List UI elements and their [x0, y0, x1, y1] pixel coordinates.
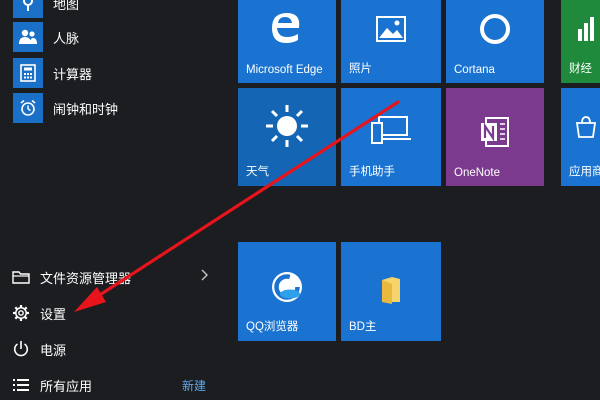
app-item-calculator[interactable]: 计算器	[13, 58, 92, 88]
tile-onenote[interactable]: OneNote	[446, 88, 544, 186]
edge-icon	[238, 2, 336, 52]
weather-sun-icon	[238, 96, 336, 156]
store-icon	[569, 110, 600, 144]
cortana-icon	[446, 7, 544, 51]
finance-icon	[571, 14, 600, 44]
folder-icon	[341, 272, 441, 308]
tile-label-store: 应用商	[569, 166, 600, 178]
gear-icon	[10, 302, 32, 324]
app-item-people[interactable]: 人脉	[13, 22, 79, 52]
tile-label-phone-companion: 手机助手	[349, 166, 395, 178]
map-icon	[13, 0, 43, 18]
folder-outline-icon	[10, 266, 32, 288]
photos-icon	[341, 7, 441, 51]
phone-companion-icon	[341, 108, 441, 152]
tile-label-finance: 财经	[569, 63, 592, 75]
file-explorer-label: 文件资源管理器	[40, 270, 132, 286]
tile-label-weather: 天气	[246, 166, 269, 178]
app-label-maps: 地图	[53, 0, 80, 12]
settings-item[interactable]: 设置	[10, 300, 66, 326]
onenote-icon	[446, 110, 544, 154]
app-item-maps[interactable]: 地图	[13, 0, 79, 18]
tile-weather[interactable]: 天气	[238, 88, 336, 186]
tile-phone-companion[interactable]: 手机助手	[341, 88, 441, 186]
chevron-right-icon[interactable]	[198, 268, 210, 282]
calculator-icon	[13, 58, 43, 88]
app-label-alarms-clock: 闹钟和时钟	[53, 101, 119, 117]
tile-label-qq-browser: QQ浏览器	[246, 321, 299, 333]
tile-label-photos: 照片	[349, 63, 372, 75]
power-label: 电源	[40, 342, 67, 358]
file-explorer-item[interactable]: 文件资源管理器	[10, 264, 131, 290]
all-apps-label: 所有应用	[40, 378, 93, 394]
all-apps-item[interactable]: 所有应用	[10, 372, 92, 398]
app-label-calculator: 计算器	[53, 66, 93, 82]
power-item[interactable]: 电源	[10, 336, 66, 362]
tile-label-microsoft-edge: Microsoft Edge	[246, 64, 323, 76]
tile-microsoft-edge[interactable]: Microsoft Edge	[238, 0, 336, 83]
tile-finance[interactable]: 财经	[561, 0, 600, 83]
list-icon	[10, 374, 32, 396]
tile-qq-browser[interactable]: QQ浏览器	[238, 242, 336, 341]
tile-photos[interactable]: 照片	[341, 0, 441, 83]
tile-bd-folder[interactable]: BD主	[341, 242, 441, 341]
tile-label-bd-folder: BD主	[349, 321, 377, 333]
start-menu-left-panel: 地图 人脉 计算器 闹钟和时钟 文件资源管理器 设置 电源 所有应用 新建	[0, 0, 225, 400]
tile-cortana[interactable]: Cortana	[446, 0, 544, 83]
settings-label: 设置	[40, 306, 67, 322]
tile-store[interactable]: 应用商	[561, 88, 600, 186]
people-icon	[13, 22, 43, 52]
app-label-people: 人脉	[53, 30, 80, 46]
new-badge: 新建	[182, 379, 207, 393]
qq-browser-icon	[238, 264, 336, 310]
alarm-clock-icon	[13, 93, 43, 123]
tile-label-onenote: OneNote	[454, 167, 501, 179]
app-item-alarms-clock[interactable]: 闹钟和时钟	[13, 93, 118, 123]
tile-label-cortana: Cortana	[454, 64, 495, 76]
power-icon	[10, 338, 32, 360]
